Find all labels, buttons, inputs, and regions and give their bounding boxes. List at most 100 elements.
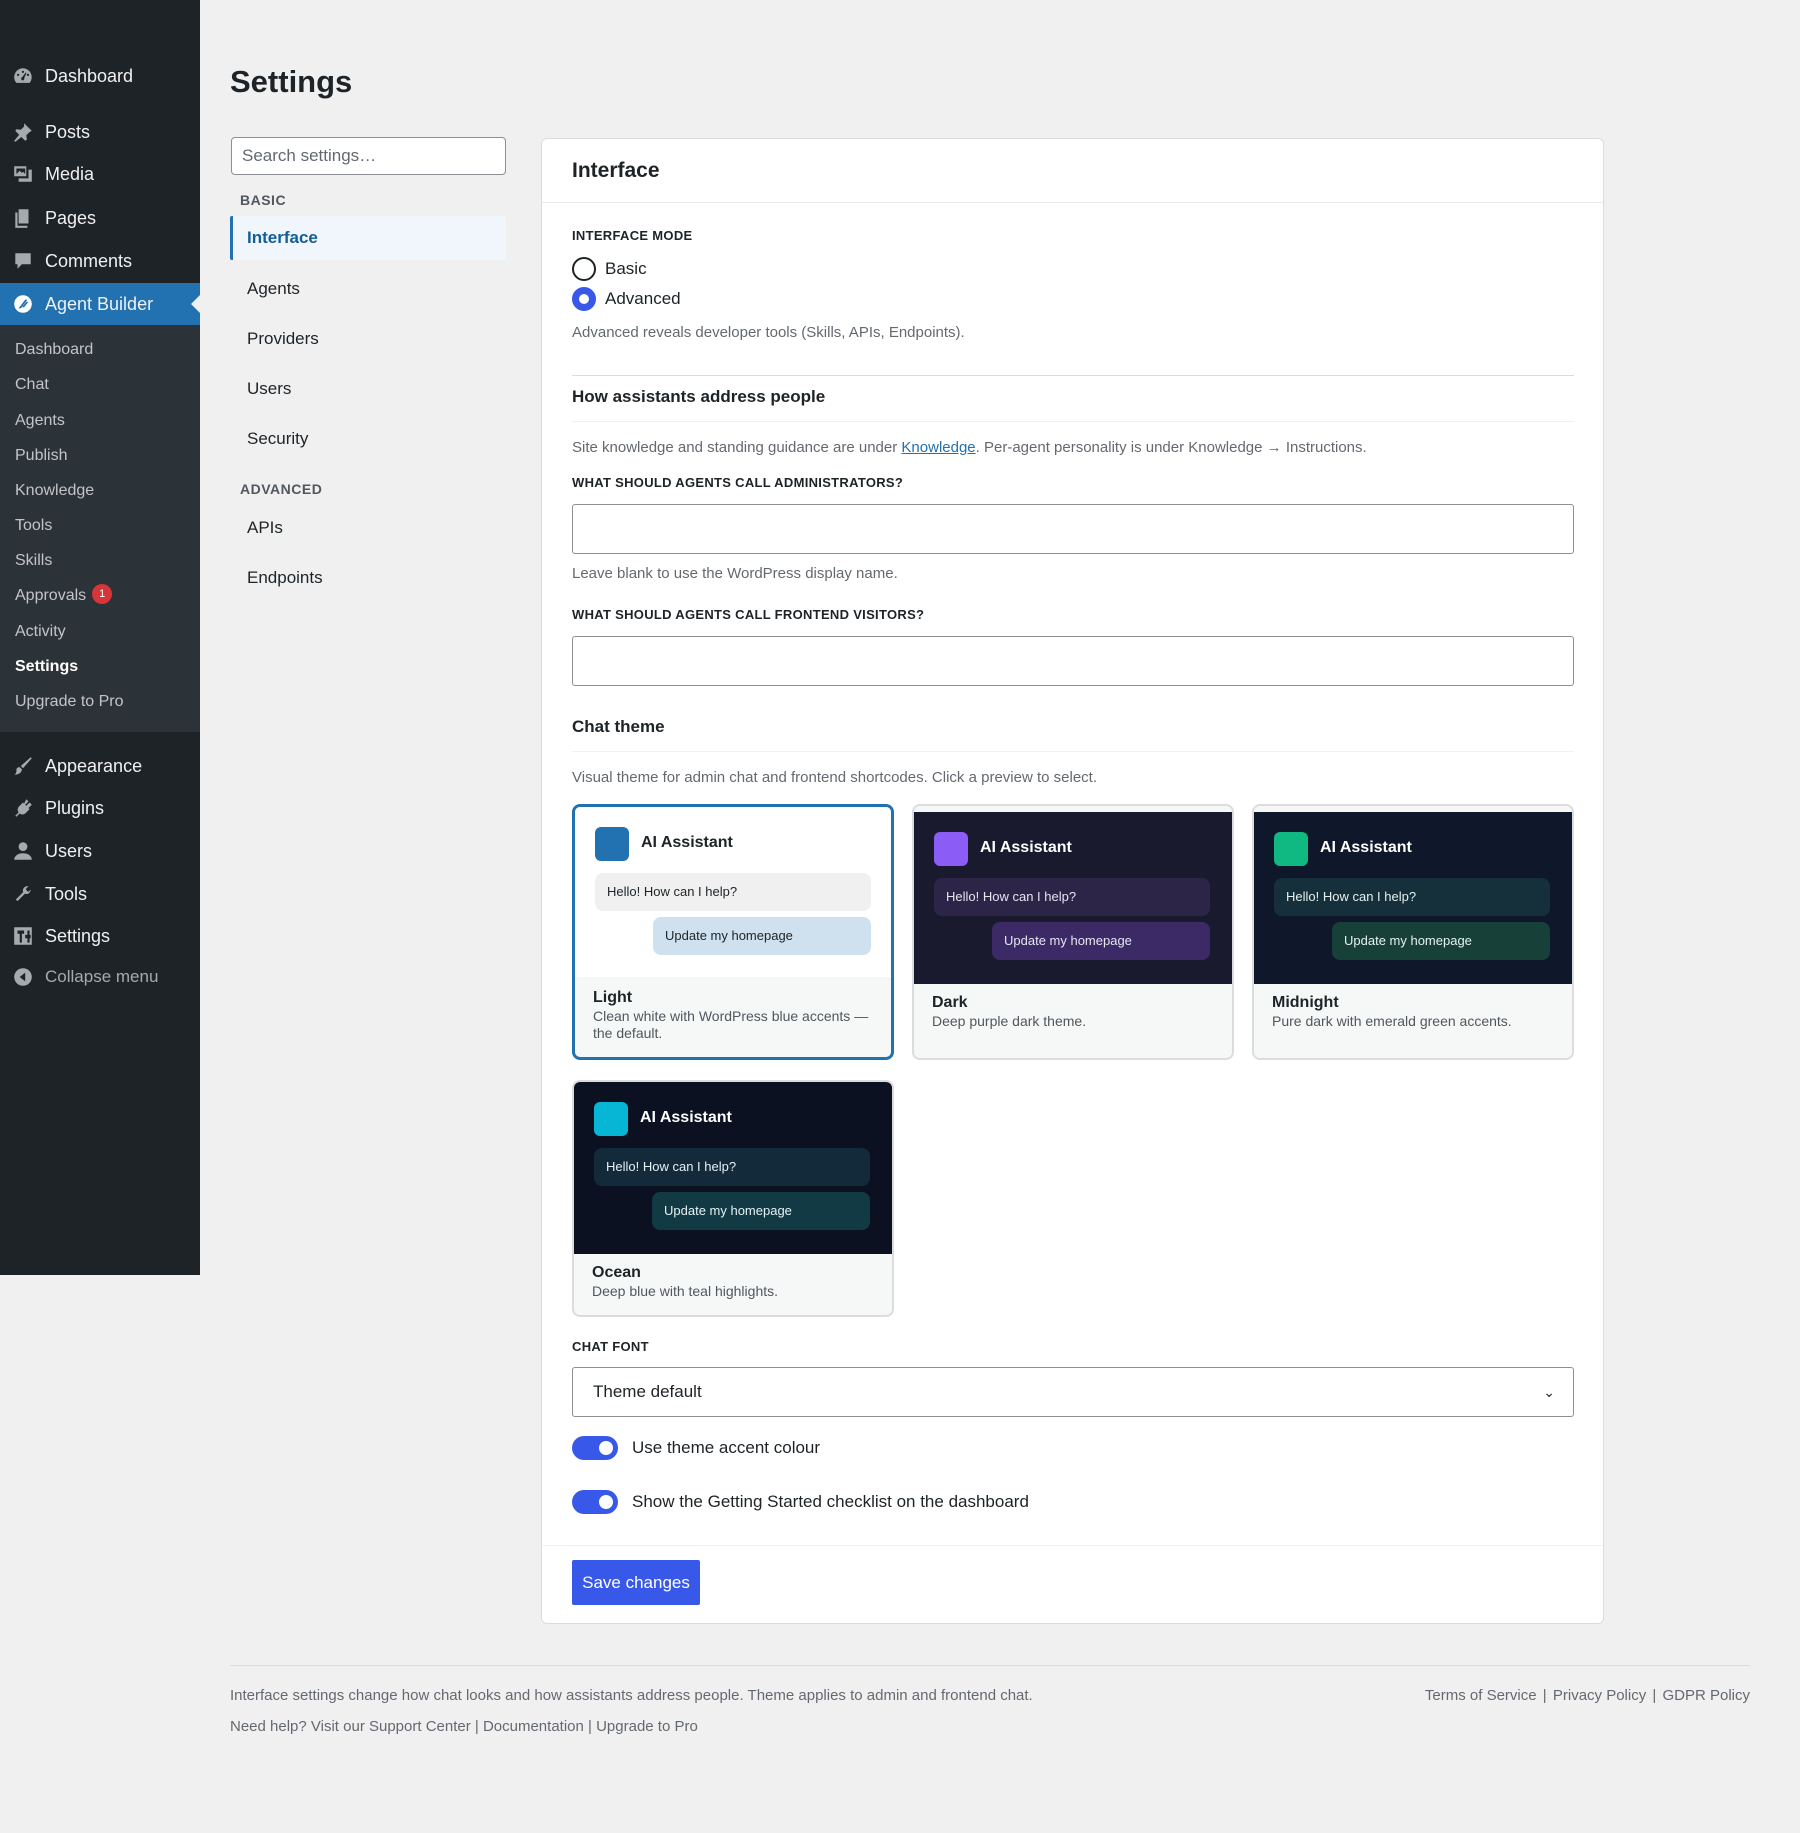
submenu-agents[interactable]: Agents — [15, 409, 65, 433]
comment-icon — [11, 249, 35, 273]
submenu-knowledge[interactable]: Knowledge — [15, 479, 94, 503]
chat-font-label: CHAT FONT — [572, 1339, 649, 1354]
footer-note: Interface settings change how chat looks… — [230, 1687, 1033, 1704]
privacy-link[interactable]: Privacy Policy — [1553, 1687, 1646, 1704]
pushpin-icon — [11, 120, 35, 144]
menu-label: Tools — [45, 883, 88, 904]
theme-preview: AI Assistant Hello! How can I help? Upda… — [914, 812, 1232, 984]
theme-card-light[interactable]: AI Assistant Hello! How can I help? Upda… — [572, 804, 894, 1060]
gdpr-link[interactable]: GDPR Policy — [1662, 1687, 1750, 1704]
menu-users[interactable]: Users — [0, 831, 200, 871]
tab-providers[interactable]: Providers — [230, 317, 506, 361]
settings-icon — [11, 924, 35, 948]
menu-pages[interactable]: Pages — [0, 198, 200, 238]
toggle-label: Use theme accent colour — [632, 1438, 821, 1457]
menu-settings[interactable]: Settings — [0, 916, 200, 956]
theme-name: Light — [593, 989, 633, 1006]
collapse-icon — [11, 965, 35, 989]
submenu-skills[interactable]: Skills — [15, 549, 52, 573]
tab-security[interactable]: Security — [230, 417, 506, 461]
footer-legal-links: Terms of Service | Privacy Policy | GDPR… — [1424, 1687, 1750, 1704]
radio-circle[interactable] — [572, 257, 596, 281]
submenu-approvals[interactable]: Approvals 1 — [15, 583, 113, 608]
theme-card-midnight[interactable]: AI Assistant Hello! How can I help? Upda… — [1252, 804, 1574, 1060]
address-help-text: Site knowledge and standing guidance are… — [572, 439, 1367, 456]
submenu-chat[interactable]: Chat — [15, 373, 49, 397]
documentation-link[interactable]: Documentation — [483, 1718, 584, 1735]
submenu-upgrade[interactable]: Upgrade to Pro — [15, 690, 124, 714]
media-icon — [11, 162, 35, 186]
admin-call-input[interactable] — [572, 504, 1574, 554]
menu-agent-builder[interactable]: Agent Builder — [0, 283, 200, 325]
menu-label: Media — [45, 163, 95, 184]
visitor-call-label: WHAT SHOULD AGENTS CALL FRONTEND VISITOR… — [572, 607, 925, 622]
theme-preview: AI Assistant Hello! How can I help? Upda… — [1254, 812, 1572, 984]
menu-label: Settings — [45, 925, 111, 946]
save-changes-button[interactable]: Save changes — [572, 1560, 700, 1605]
help-prefix: Need help? Visit our — [230, 1718, 369, 1735]
menu-label: Users — [45, 840, 93, 861]
chat-font-select[interactable]: Theme default ⌄ — [572, 1367, 1574, 1417]
tab-apis[interactable]: APIs — [230, 506, 506, 550]
menu-comments[interactable]: Comments — [0, 241, 200, 281]
pages-icon — [11, 206, 35, 230]
tab-agents[interactable]: Agents — [230, 267, 506, 311]
tab-interface[interactable]: Interface — [230, 216, 506, 260]
submenu-tools[interactable]: Tools — [15, 514, 52, 538]
visitor-call-input[interactable] — [572, 636, 1574, 686]
help-text-start: Site knowledge and standing guidance are… — [572, 439, 902, 456]
plugin-icon — [11, 796, 35, 820]
terms-link[interactable]: Terms of Service — [1425, 1687, 1537, 1704]
tab-users[interactable]: Users — [230, 367, 506, 411]
footer-divider — [230, 1665, 1750, 1666]
menu-appearance[interactable]: Appearance — [0, 746, 200, 786]
tab-endpoints[interactable]: Endpoints — [230, 556, 506, 600]
support-center-link[interactable]: Support Center — [369, 1718, 471, 1735]
submenu-dashboard[interactable]: Dashboard — [15, 338, 93, 362]
submenu-publish[interactable]: Publish — [15, 444, 67, 468]
divider — [542, 1545, 1603, 1546]
user-bubble: Update my homepage — [1332, 922, 1550, 960]
getting-started-toggle[interactable] — [572, 1490, 618, 1514]
submenu-activity[interactable]: Activity — [15, 620, 66, 644]
theme-preview: AI Assistant Hello! How can I help? Upda… — [574, 1082, 892, 1254]
mode-advanced-radio[interactable]: Advanced — [572, 287, 681, 311]
collapse-menu[interactable]: Collapse menu — [0, 957, 200, 997]
agent-builder-icon — [11, 292, 35, 316]
menu-label: Dashboard — [45, 65, 134, 86]
menu-label: Plugins — [45, 797, 105, 818]
submenu-settings[interactable]: Settings — [15, 655, 78, 679]
assistant-avatar — [934, 832, 968, 866]
theme-description: Clean white with WordPress blue accents … — [593, 1008, 869, 1041]
dashboard-icon — [11, 64, 35, 88]
theme-card-dark[interactable]: AI Assistant Hello! How can I help? Upda… — [912, 804, 1234, 1060]
nav-group-basic: BASIC — [240, 192, 287, 208]
menu-dashboard[interactable]: Dashboard — [0, 56, 200, 96]
assistant-avatar — [594, 1102, 628, 1136]
checklist-toggle-row[interactable]: Show the Getting Started checklist on th… — [572, 1490, 1029, 1514]
menu-media[interactable]: Media — [0, 154, 200, 194]
accent-colour-toggle[interactable] — [572, 1436, 618, 1460]
theme-name: Ocean — [592, 1264, 641, 1281]
user-bubble: Update my homepage — [652, 1192, 870, 1230]
theme-card-ocean[interactable]: AI Assistant Hello! How can I help? Upda… — [572, 1080, 894, 1317]
assistant-bubble: Hello! How can I help? — [934, 878, 1210, 916]
menu-tools[interactable]: Tools — [0, 874, 200, 914]
settings-search-input[interactable] — [231, 137, 506, 175]
submenu-label: Approvals — [15, 587, 87, 604]
page-title: Settings — [230, 64, 353, 99]
menu-plugins[interactable]: Plugins — [0, 788, 200, 828]
assistant-bubble: Hello! How can I help? — [594, 1148, 870, 1186]
admin-call-help: Leave blank to use the WordPress display… — [572, 565, 898, 582]
accent-toggle-row[interactable]: Use theme accent colour — [572, 1436, 820, 1460]
assistant-bubble: Hello! How can I help? — [1274, 878, 1550, 916]
knowledge-link[interactable]: Knowledge — [901, 439, 975, 456]
address-section-title: How assistants address people — [572, 387, 826, 406]
mode-basic-radio[interactable]: Basic — [572, 257, 647, 281]
preview-title: AI Assistant — [980, 839, 1072, 856]
menu-posts[interactable]: Posts — [0, 112, 200, 152]
upgrade-link[interactable]: Upgrade to Pro — [596, 1718, 698, 1735]
preview-title: AI Assistant — [641, 834, 733, 851]
radio-circle[interactable] — [572, 287, 596, 311]
interface-settings-panel: Interface INTERFACE MODE Basic Advanced … — [541, 138, 1604, 1624]
